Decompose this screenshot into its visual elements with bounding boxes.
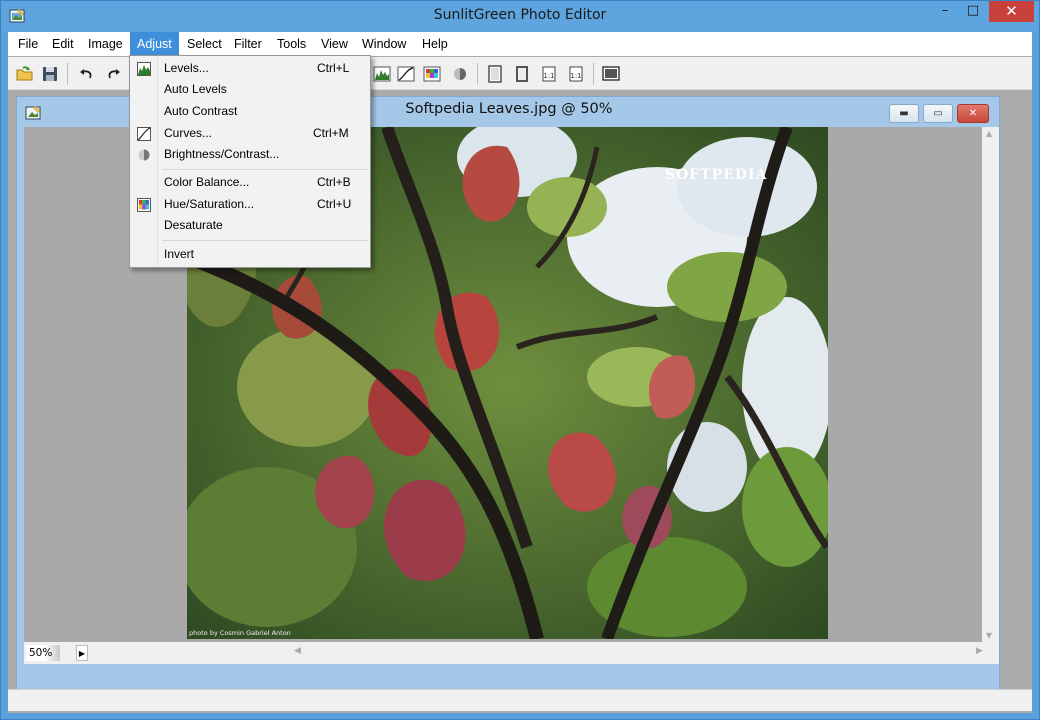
menu-item-label: Auto Levels <box>164 82 227 96</box>
menu-item-shortcut: Ctrl+L <box>317 61 350 75</box>
menu-item-shortcut: Ctrl+U <box>317 197 352 211</box>
adjust-dropdown-menu: Levels... Ctrl+L Auto Levels Auto Contra… <box>129 55 371 268</box>
menu-separator <box>162 240 368 241</box>
menu-item-label: Brightness/Contrast... <box>164 147 280 161</box>
menu-window[interactable]: Window <box>355 32 413 56</box>
menu-item-invert[interactable]: Invert <box>130 244 370 266</box>
hue-saturation-icon <box>137 198 151 212</box>
menu-bar: File Edit Image Adjust Select Filter Too… <box>8 32 1032 56</box>
document-status-bar: 50% ▶ ◀ ▶ <box>24 642 999 664</box>
close-button[interactable]: ✕ <box>989 1 1034 22</box>
menu-item-color-balance[interactable]: Color Balance... Ctrl+B <box>130 172 370 194</box>
scroll-right-arrow[interactable]: ▶ <box>976 646 983 656</box>
menu-item-label: Auto Contrast <box>164 104 238 118</box>
menu-item-label: Color Balance... <box>164 175 250 189</box>
document-minimize-button[interactable]: ▬ <box>889 104 919 123</box>
menu-item-curves[interactable]: Curves... Ctrl+M <box>130 123 370 145</box>
brightness-icon <box>138 149 150 161</box>
document-maximize-button[interactable]: ▭ <box>923 104 953 123</box>
maximize-button[interactable]: □ <box>959 1 987 22</box>
brightness-icon[interactable] <box>449 63 471 85</box>
menu-item-hue-saturation[interactable]: Hue/Saturation... Ctrl+U <box>130 194 370 216</box>
menu-item-shortcut: Ctrl+B <box>317 175 351 189</box>
levels-icon[interactable] <box>371 63 393 85</box>
status-bar <box>8 689 1032 711</box>
menu-view[interactable]: View <box>314 32 355 56</box>
menu-item-auto-contrast[interactable]: Auto Contrast <box>130 101 370 123</box>
toolbar-separator <box>67 63 68 85</box>
frame-shadow-icon[interactable] <box>511 63 533 85</box>
photo-credit: photo by Cosmin Gabriel Anton <box>189 629 291 637</box>
redo-icon[interactable] <box>103 63 125 85</box>
vertical-scrollbar[interactable]: ▲ ▼ <box>982 127 999 642</box>
menu-adjust[interactable]: Adjust <box>130 32 179 56</box>
undo-icon[interactable] <box>75 63 97 85</box>
menu-item-auto-levels[interactable]: Auto Levels <box>130 79 370 101</box>
title-bar[interactable]: SunlitGreen Photo Editor – □ ✕ <box>1 1 1039 31</box>
menu-image[interactable]: Image <box>81 32 130 56</box>
menu-help[interactable]: Help <box>415 32 455 56</box>
menu-file[interactable]: File <box>11 32 45 56</box>
document-close-button[interactable]: ✕ <box>957 104 989 123</box>
menu-select[interactable]: Select <box>180 32 229 56</box>
svg-text:1:1: 1:1 <box>543 72 554 80</box>
window-title: SunlitGreen Photo Editor <box>433 7 607 23</box>
minimize-button[interactable]: – <box>931 1 959 22</box>
curves-icon[interactable] <box>395 63 417 85</box>
menu-tools[interactable]: Tools <box>270 32 313 56</box>
frame-2-icon[interactable]: 1:1 <box>565 63 587 85</box>
menu-item-label: Levels... <box>164 61 209 75</box>
save-icon[interactable] <box>39 63 61 85</box>
fullscreen-icon[interactable] <box>600 63 622 85</box>
zoom-arrow-button[interactable]: ▶ <box>76 645 88 661</box>
menu-separator <box>162 169 368 170</box>
menu-edit[interactable]: Edit <box>45 32 81 56</box>
toolbar-separator <box>593 63 594 85</box>
toolbar-separator <box>477 63 478 85</box>
photo-watermark: SOFTPEDIA <box>665 167 768 183</box>
menu-item-label: Hue/Saturation... <box>164 197 255 211</box>
frame-icon[interactable] <box>484 63 506 85</box>
levels-icon <box>137 62 151 76</box>
zoom-level[interactable]: 50% <box>26 645 60 661</box>
svg-text:1:1: 1:1 <box>570 72 581 80</box>
menu-item-brightness-contrast[interactable]: Brightness/Contrast... <box>130 144 370 166</box>
open-folder-icon[interactable] <box>14 63 36 85</box>
menu-item-shortcut: Ctrl+M <box>313 126 349 140</box>
menu-item-label: Invert <box>164 247 195 261</box>
hue-saturation-icon[interactable] <box>421 63 443 85</box>
menu-item-label: Desaturate <box>164 218 223 232</box>
curves-icon <box>137 127 151 141</box>
menu-item-label: Curves... <box>164 126 213 140</box>
menu-item-desaturate[interactable]: Desaturate <box>130 215 370 237</box>
menu-item-levels[interactable]: Levels... Ctrl+L <box>130 58 370 80</box>
menu-filter[interactable]: Filter <box>227 32 269 56</box>
scroll-left-arrow[interactable]: ◀ <box>294 646 301 656</box>
frame-1-icon[interactable]: 1:1 <box>538 63 560 85</box>
